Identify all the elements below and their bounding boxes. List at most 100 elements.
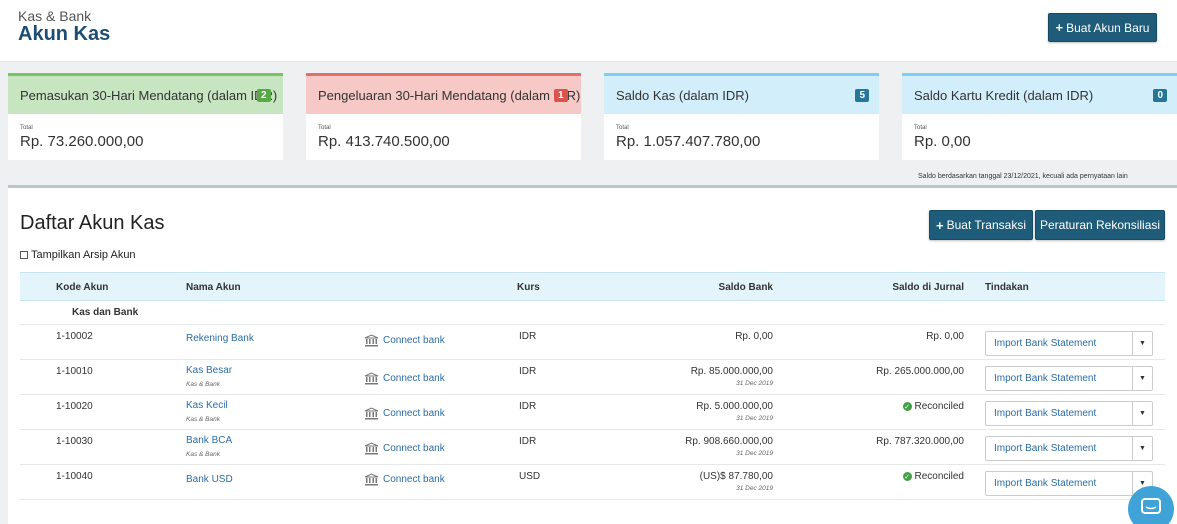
connect-bank-link[interactable]: Connect bank [364,334,445,347]
count-badge: 0 [1153,88,1167,102]
card-value: Rp. 1.057.407.780,00 [616,133,761,150]
caret-down-icon[interactable]: ▼ [1132,367,1152,390]
account-name-link[interactable]: Bank USD [186,474,233,485]
connect-bank-link[interactable]: Connect bank [364,442,445,455]
caret-down-icon[interactable]: ▼ [1132,437,1152,460]
new-account-button-label: Buat Akun Baru [1066,20,1150,35]
currency: USD [519,471,541,482]
account-name-link[interactable]: Kas Kecil [186,400,228,411]
import-bank-statement-label[interactable]: Import Bank Statement [986,472,1132,495]
import-bank-statement-button[interactable]: Import Bank Statement ▼ [985,436,1153,461]
total-label: Total [616,125,629,131]
card-title: Saldo Kartu Kredit (dalam IDR) [914,87,1094,103]
bank-balance: Rp. 908.660.000,00 [685,436,773,447]
connect-bank-label: Connect bank [383,474,445,485]
account-category: Kas & Bank [186,416,220,423]
bank-balance: Rp. 0,00 [735,331,773,342]
show-archive-checkbox[interactable]: Tampilkan Arsip Akun [20,249,136,261]
import-bank-statement-label[interactable]: Import Bank Statement [986,437,1132,460]
connect-bank-label: Connect bank [383,373,445,384]
card-header: Saldo Kartu Kredit (dalam IDR) 0 [902,73,1177,114]
create-transaction-button[interactable]: + Buat Transaksi [929,210,1033,240]
table-row: 1-10002 Rekening Bank Connect bank IDR R… [20,325,1165,360]
card-credit-card-balance[interactable]: Saldo Kartu Kredit (dalam IDR) 0 Total R… [902,73,1177,160]
connect-bank-link[interactable]: Connect bank [364,407,445,420]
card-value: Rp. 413.740.500,00 [318,133,450,150]
journal-balance: Rp. 787.320.000,00 [876,436,964,447]
new-account-button[interactable]: + Buat Akun Baru [1048,13,1157,42]
bank-icon [364,442,379,455]
page-title: Akun Kas [18,23,111,45]
caret-down-icon[interactable]: ▼ [1132,332,1152,355]
bank-balance-date: 31 Dec 2019 [736,380,773,387]
column-actions: Tindakan [985,282,1029,293]
bank-balance: Rp. 5.000.000,00 [696,401,773,412]
import-bank-statement-button[interactable]: Import Bank Statement ▼ [985,401,1153,426]
account-name-link[interactable]: Rekening Bank [186,333,254,344]
balance-note: Saldo berdasarkan tanggal 23/12/2021, ke… [918,173,1128,180]
connect-bank-link[interactable]: Connect bank [364,372,445,385]
column-code[interactable]: Kode Akun [56,282,108,293]
currency: IDR [519,366,537,377]
currency: IDR [519,401,537,412]
journal-balance-value: Rp. 0,00 [926,331,964,342]
card-cash-balance[interactable]: Saldo Kas (dalam IDR) 5 Total Rp. 1.057.… [604,73,879,160]
card-upcoming-income[interactable]: Pemasukan 30-Hari Mendatang (dalam IDR) … [8,73,283,160]
breadcrumb[interactable]: Kas & Bank [18,8,91,24]
count-badge: 2 [257,88,271,102]
chat-icon[interactable] [1128,486,1174,524]
table-row: 1-10030 Bank BCA Kas & Bank Connect bank… [20,430,1165,465]
card-header: Saldo Kas (dalam IDR) 5 [604,73,879,114]
plus-icon: + [1055,20,1064,35]
bank-icon [364,473,379,486]
journal-balance-value: Rp. 787.320.000,00 [876,436,964,447]
account-name-link[interactable]: Bank BCA [186,435,232,446]
column-journal-balance[interactable]: Saldo di Jurnal [892,282,964,293]
caret-down-icon[interactable]: ▼ [1132,402,1152,425]
accounts-table: Kode Akun Nama Akun Kurs Saldo Bank Sald… [20,272,1165,500]
journal-balance: Rp. 265.000.000,00 [876,366,964,377]
card-header: Pemasukan 30-Hari Mendatang (dalam IDR) … [8,73,283,114]
import-bank-statement-button[interactable]: Import Bank Statement ▼ [985,331,1153,356]
show-archive-label: Tampilkan Arsip Akun [31,249,136,261]
import-bank-statement-label[interactable]: Import Bank Statement [986,402,1132,425]
column-name[interactable]: Nama Akun [186,282,241,293]
total-label: Total [20,125,33,131]
account-code: 1-10002 [56,331,93,342]
import-bank-statement-button[interactable]: Import Bank Statement ▼ [985,366,1153,391]
check-circle-icon: ✓ [902,472,912,481]
column-bank-balance[interactable]: Saldo Bank [719,282,773,293]
account-code: 1-10010 [56,366,93,377]
import-bank-statement-button[interactable]: Import Bank Statement ▼ [985,471,1153,496]
currency: IDR [519,331,537,342]
account-code: 1-10030 [56,436,93,447]
import-bank-statement-label[interactable]: Import Bank Statement [986,367,1132,390]
table-row: 1-10010 Kas Besar Kas & Bank Connect ban… [20,360,1165,395]
bank-icon [364,334,379,347]
group-label: Kas dan Bank [72,307,139,318]
bank-icon [364,407,379,420]
bank-balance: Rp. 85.000.000,00 [690,366,773,377]
reconciliation-rules-label: Peraturan Rekonsiliasi [1039,218,1161,232]
create-transaction-label: Buat Transaksi [946,218,1026,232]
chat-bubble-icon [1141,498,1161,514]
section-title: Daftar Akun Kas [20,212,165,234]
total-label: Total [318,125,331,131]
bank-balance: (US)$ 87.780,00 [699,471,773,482]
card-upcoming-expense[interactable]: Pengeluaran 30-Hari Mendatang (dalam IDR… [306,73,581,160]
connect-bank-label: Connect bank [383,443,445,454]
card-title: Pengeluaran 30-Hari Mendatang (dalam IDR… [318,87,581,103]
connect-bank-link[interactable]: Connect bank [364,473,445,486]
import-bank-statement-label[interactable]: Import Bank Statement [986,332,1132,355]
table-row: 1-10040 Bank USD Connect bank USD (US)$ … [20,465,1165,500]
card-header: Pengeluaran 30-Hari Mendatang (dalam IDR… [306,73,581,114]
journal-status: ✓ Reconciled [902,401,964,412]
account-category: Kas & Bank [186,451,220,458]
table-header: Kode Akun Nama Akun Kurs Saldo Bank Sald… [20,272,1165,301]
plus-icon: + [936,217,944,233]
reconciliation-rules-button[interactable]: Peraturan Rekonsiliasi [1035,210,1165,240]
checkbox-box[interactable] [20,251,28,259]
account-name-link[interactable]: Kas Besar [186,365,232,376]
card-title: Saldo Kas (dalam IDR) [616,87,749,103]
column-currency[interactable]: Kurs [517,282,540,293]
